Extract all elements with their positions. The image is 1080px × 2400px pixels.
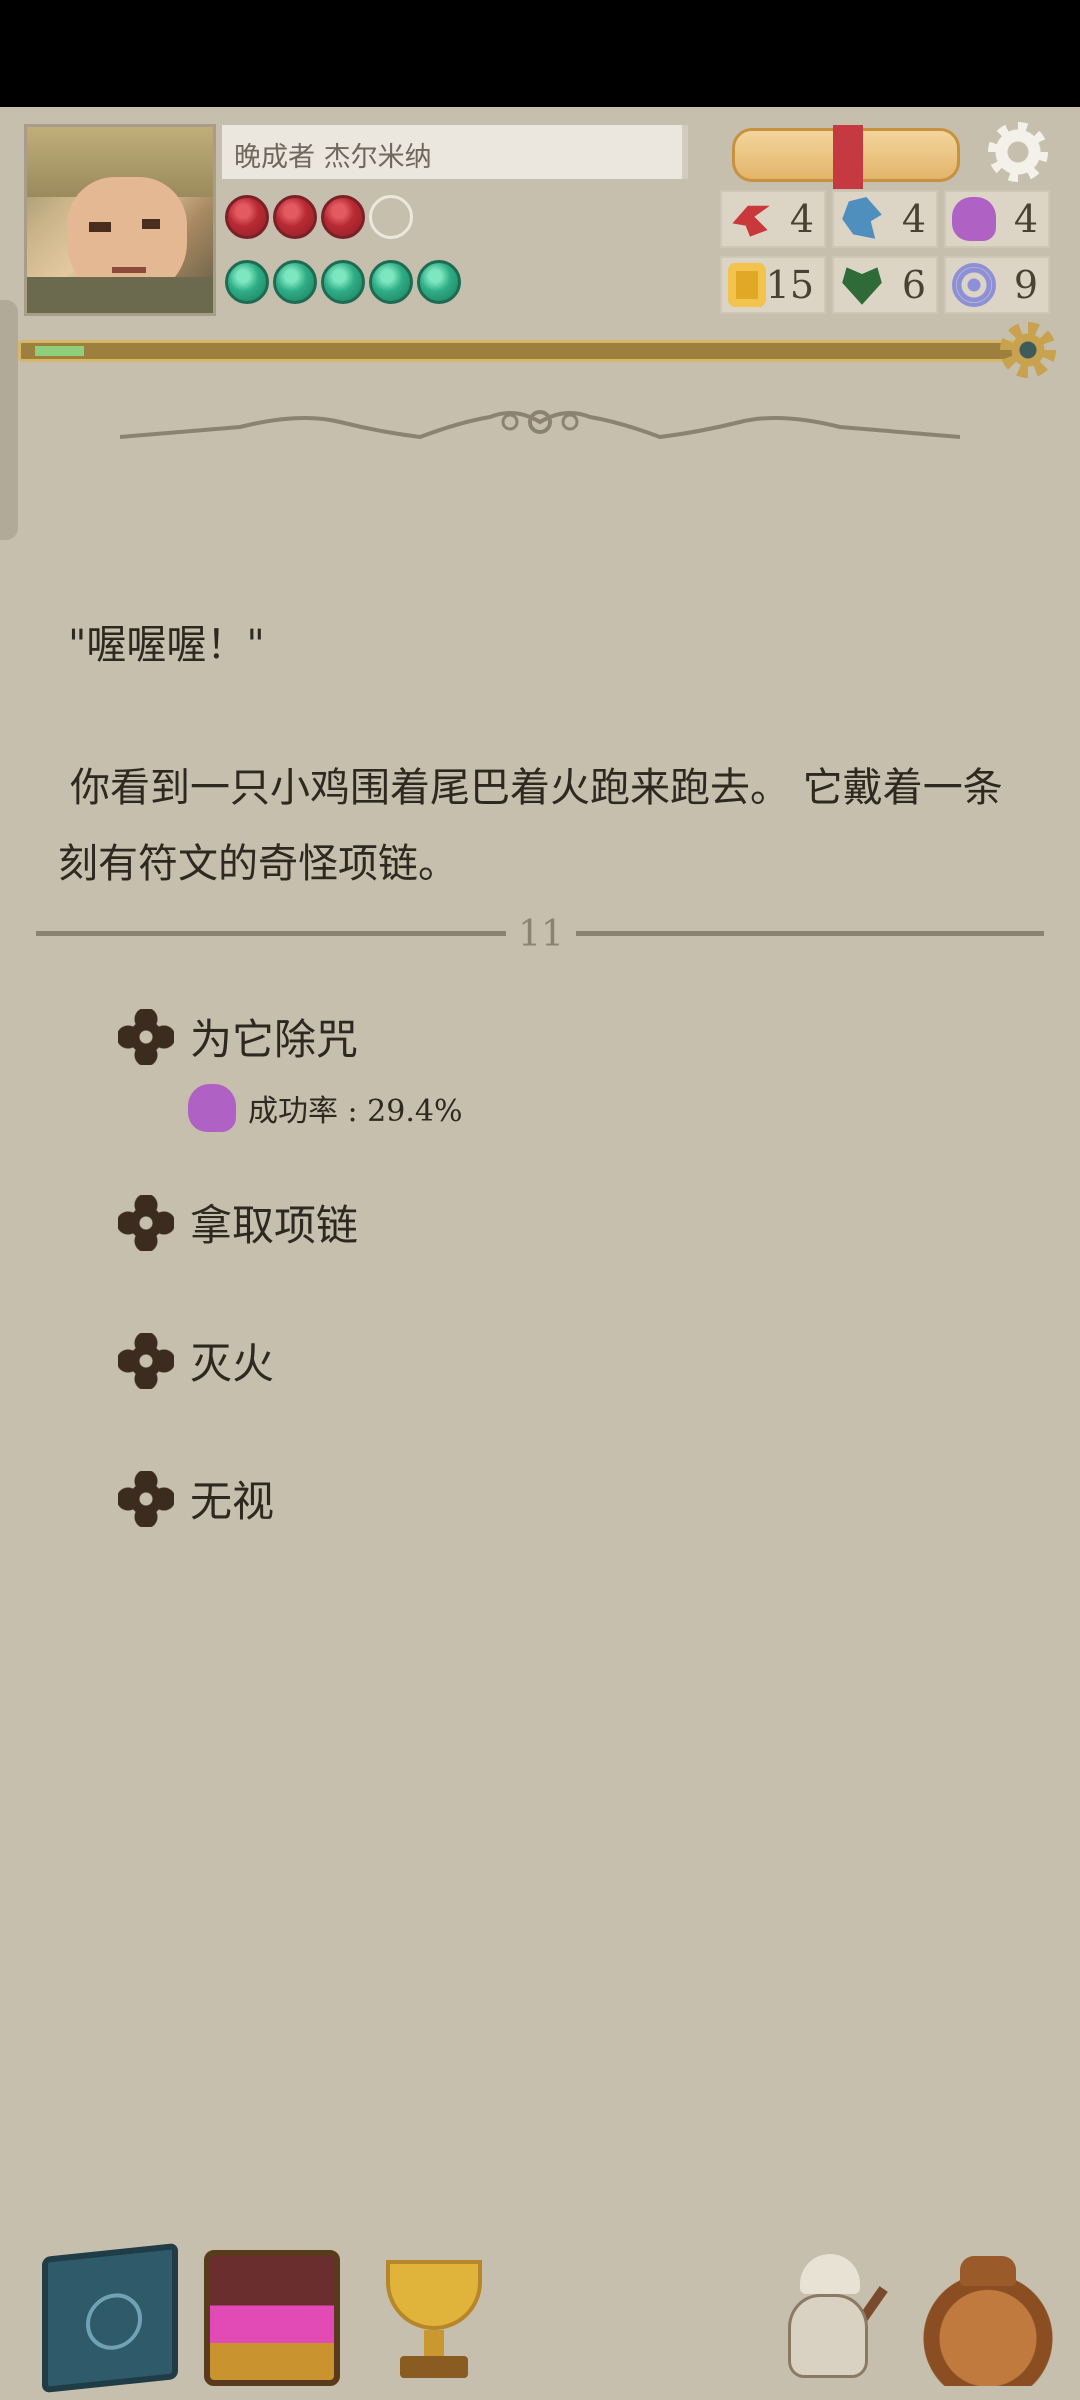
choice-label: 为它除咒: [190, 1015, 359, 1064]
stat-life: 6: [832, 256, 938, 314]
stat-agility: 4: [832, 190, 938, 248]
health-heart-icon: [321, 195, 365, 239]
mana-orb-icon: [369, 260, 413, 304]
event-quote: "喔喔喔！": [68, 622, 265, 668]
brain-icon: [188, 1084, 236, 1132]
trophy-icon[interactable]: [366, 2250, 502, 2386]
side-drawer-handle[interactable]: [0, 300, 18, 540]
health-heart-empty-icon: [369, 195, 413, 239]
choice-label: 无视: [190, 1477, 275, 1526]
fist-icon: [732, 205, 770, 237]
settings-gear-icon[interactable]: [988, 122, 1048, 182]
experience-fill: [35, 346, 84, 356]
health-heart-icon: [273, 195, 317, 239]
mana-orb-icon: [321, 260, 365, 304]
scroll-ribbon-icon: [833, 125, 863, 189]
stat-value: 4: [1013, 197, 1038, 241]
mana-orb-icon: [417, 260, 461, 304]
bag-icon[interactable]: [920, 2250, 1056, 2386]
stat-value: 4: [901, 197, 926, 241]
character-name: 晚成者 杰尔米纳: [222, 125, 688, 179]
stat-value: 9: [1013, 263, 1038, 307]
book-icon[interactable]: [42, 2242, 178, 2394]
mana-orb-icon: [273, 260, 317, 304]
stat-value: 6: [901, 263, 926, 307]
coin-icon: [728, 263, 766, 307]
quest-scroll-button[interactable]: [732, 125, 960, 189]
treasure-chest-icon[interactable]: [204, 2250, 340, 2386]
status-bar: [0, 0, 1080, 107]
health-heart-icon: [225, 195, 269, 239]
success-rate: 成功率 : 29.4%: [188, 1084, 462, 1132]
choice-ignore[interactable]: 无视: [118, 1468, 274, 1529]
boot-icon: [842, 197, 882, 239]
brain-icon: [952, 197, 996, 241]
choice-bullet-icon: [118, 1194, 174, 1251]
choice-label: 拿取项链: [190, 1201, 359, 1250]
stat-value: 15: [765, 263, 814, 307]
stat-gold: 15: [720, 256, 826, 314]
stats-panel: 4 4 4 15 6 9: [720, 190, 1050, 314]
stat-value: 4: [789, 197, 814, 241]
choice-extinguish-fire[interactable]: 灭火: [118, 1330, 274, 1391]
experience-bar: [18, 340, 1038, 362]
character-portrait[interactable]: [24, 124, 216, 316]
choice-take-necklace[interactable]: 拿取项链: [118, 1192, 358, 1253]
stat-armor: 9: [944, 256, 1050, 314]
stat-strength: 4: [720, 190, 826, 248]
stat-intelligence: 4: [944, 190, 1050, 248]
event-description: 你看到一只小鸡围着尾巴着火跑来跑去。 它戴着一条刻有符文的奇怪项链。: [58, 765, 1003, 887]
choice-bullet-icon: [118, 1008, 174, 1065]
choice-bullet-icon: [118, 1332, 174, 1389]
success-rate-text: 成功率 : 29.4%: [248, 1094, 463, 1129]
ornamental-flourish: [120, 410, 960, 440]
turn-number: 11: [518, 914, 564, 955]
heart-icon: [842, 267, 882, 305]
target-icon: [952, 263, 996, 307]
turn-divider: 11: [36, 914, 1044, 955]
experience-ornament-icon: [1000, 322, 1056, 378]
choice-bullet-icon: [118, 1470, 174, 1527]
choice-label: 灭火: [190, 1339, 275, 1388]
mana-orb-icon: [225, 260, 269, 304]
health-bar: [225, 195, 413, 239]
choice-dispel-curse[interactable]: 为它除咒: [118, 1006, 358, 1067]
chef-icon[interactable]: [760, 2250, 896, 2386]
mana-bar: [225, 260, 461, 304]
